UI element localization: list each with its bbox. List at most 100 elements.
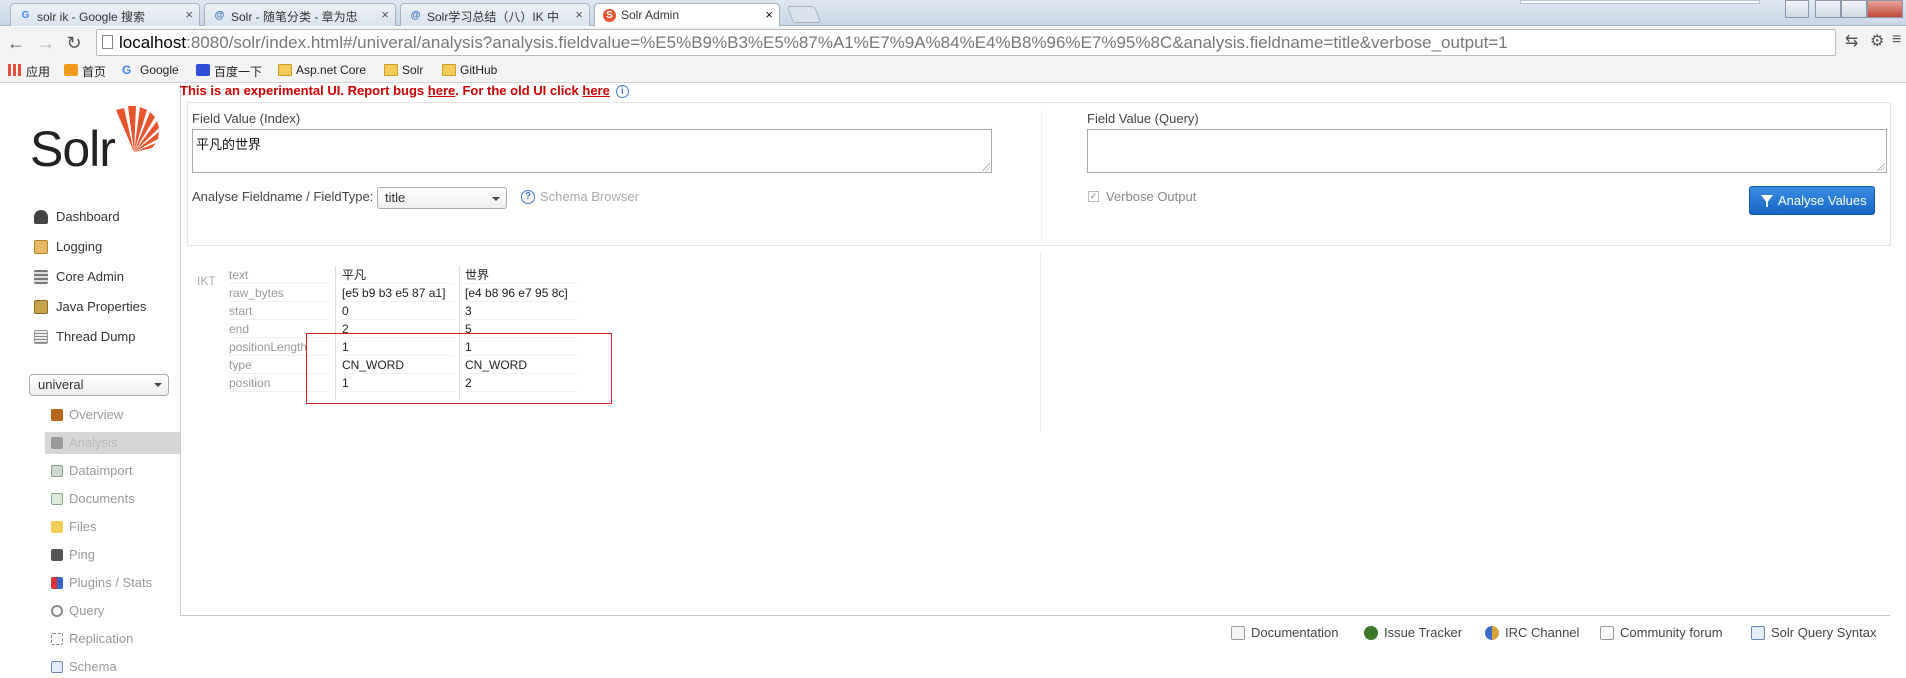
checkbox-check-icon[interactable]: ✓: [1088, 191, 1099, 202]
footer-label: Community forum: [1620, 625, 1723, 640]
report-bugs-link[interactable]: here: [428, 83, 455, 98]
token-2-raw-bytes: [e4 b8 96 e7 95 8c]: [465, 284, 577, 302]
schema-icon: [51, 661, 63, 673]
menu-icon[interactable]: ≡: [1892, 31, 1901, 49]
verbose-output-checkbox[interactable]: ✓ Verbose Output: [1088, 189, 1196, 204]
browser-tab-blog-category[interactable]: @ Solr - 随笔分类 - 章为忠 ×: [204, 3, 396, 26]
core-menu-query[interactable]: Query: [45, 600, 180, 622]
maximize-icon[interactable]: [1841, 0, 1867, 18]
close-tab-icon[interactable]: ×: [185, 7, 193, 22]
nav-label: Dashboard: [56, 209, 120, 224]
tab-label: Solr Admin: [621, 8, 680, 22]
bookmark-home[interactable]: 首页: [64, 63, 106, 80]
bookmark-label: Solr: [402, 63, 424, 77]
baidu-icon: [196, 64, 210, 76]
core-menu-overview[interactable]: Overview: [45, 404, 180, 426]
nav-logging[interactable]: Logging: [30, 237, 102, 257]
url-host: localhost: [119, 33, 187, 52]
core-menu-dataimport[interactable]: Dataimport: [45, 460, 180, 482]
solr-favicon-icon: S: [603, 9, 616, 22]
index-value-label: Field Value (Index): [192, 111, 301, 126]
core-menu-files[interactable]: Files: [45, 516, 180, 538]
token-1-start: 0: [342, 302, 454, 320]
core-menu-label: Analysis: [69, 435, 118, 450]
bookmark-label: GitHub: [460, 63, 498, 77]
window-title-field: [1520, 0, 1760, 4]
browser-tab-solr-admin[interactable]: S Solr Admin ×: [594, 3, 780, 27]
mail-envelope-icon: [1600, 626, 1614, 640]
nav-dashboard[interactable]: Dashboard: [30, 207, 120, 227]
folder-icon: [442, 64, 456, 76]
nav-core-admin[interactable]: Core Admin: [30, 267, 124, 287]
bookmark-google[interactable]: G Google: [122, 63, 179, 77]
core-menu-replication[interactable]: Replication: [45, 628, 180, 650]
footer-documentation[interactable]: Documentation: [1231, 625, 1338, 640]
folder-icon: [278, 64, 292, 76]
reload-icon[interactable]: ↻: [62, 31, 86, 55]
bookmark-apps[interactable]: 应用: [8, 63, 50, 80]
url-path: :8080/solr/index.html#/univeral/analysis…: [186, 33, 1508, 52]
forward-arrow-icon[interactable]: →: [34, 31, 58, 55]
schema-browser-link[interactable]: Schema Browser: [540, 189, 639, 204]
footer-issue-tracker[interactable]: Issue Tracker: [1364, 625, 1462, 640]
core-menu-analysis[interactable]: Analysis: [45, 432, 180, 454]
minimize-icon[interactable]: [1815, 0, 1841, 18]
close-tab-icon[interactable]: ×: [765, 7, 773, 22]
fieldname-label: Analyse Fieldname / FieldType:: [192, 189, 374, 204]
documents-icon: [51, 493, 63, 505]
bookmark-label: Google: [140, 63, 179, 77]
translate-icon[interactable]: ⇆: [1845, 31, 1858, 51]
core-menu-label: Dataimport: [69, 463, 133, 478]
old-ui-link[interactable]: here: [582, 83, 609, 98]
close-tab-icon[interactable]: ×: [575, 7, 583, 22]
solr-logo[interactable]: Solr: [30, 106, 160, 177]
logo-wordmark: Solr: [30, 121, 116, 177]
new-tab-button[interactable]: [786, 6, 822, 23]
nav-java-properties[interactable]: Java Properties: [30, 297, 146, 317]
core-menu-schema[interactable]: Schema: [45, 656, 180, 678]
user-profile-icon[interactable]: [1785, 0, 1809, 18]
nav-label: Logging: [56, 239, 103, 254]
browser-tab-blog-post[interactable]: @ Solr学习总结（八）IK 中 ×: [400, 3, 590, 26]
browser-tab-google[interactable]: G solr ik - Google 搜索 ×: [10, 3, 200, 26]
address-bar[interactable]: localhost:8080/solr/index.html#/univeral…: [96, 29, 1836, 56]
irc-users-icon: [1485, 626, 1499, 640]
extension-icon[interactable]: ⚙: [1870, 31, 1884, 51]
footer-label: Solr Query Syntax: [1771, 625, 1877, 640]
bookmark-aspnet[interactable]: Asp.net Core: [278, 63, 366, 77]
core-menu-label: Schema: [69, 659, 117, 674]
core-menu-ping[interactable]: Ping: [45, 544, 180, 566]
footer-community-forum[interactable]: Community forum: [1600, 625, 1723, 640]
close-tab-icon[interactable]: ×: [381, 7, 389, 22]
bookmark-label: 百度一下: [214, 65, 263, 79]
bookmark-baidu[interactable]: 百度一下: [196, 63, 262, 80]
core-selector-value: univeral: [38, 377, 84, 392]
nav-thread-dump[interactable]: Thread Dump: [30, 327, 135, 347]
documentation-icon: [1231, 626, 1245, 640]
google-favicon-icon: G: [21, 10, 30, 21]
info-icon[interactable]: i: [615, 85, 629, 98]
token-2-start: 3: [465, 302, 577, 320]
divider: [1040, 252, 1041, 432]
core-menu-documents[interactable]: Documents: [45, 488, 180, 510]
chevron-down-icon: [492, 197, 500, 205]
bookmark-label: 应用: [26, 65, 51, 79]
footer-solr-query-syntax[interactable]: Solr Query Syntax: [1751, 625, 1877, 640]
analyse-values-button[interactable]: Analyse Values: [1749, 186, 1875, 215]
attr-start: start: [229, 302, 329, 320]
index-value-textarea[interactable]: 平凡的世界: [192, 129, 992, 173]
core-menu-plugins-stats[interactable]: Plugins / Stats: [45, 572, 180, 594]
core-selector[interactable]: univeral: [29, 374, 169, 396]
replication-icon: [51, 633, 63, 645]
help-icon[interactable]: ?: [521, 190, 535, 204]
browser-toolbar: ← → ↻ localhost:8080/solr/index.html#/un…: [0, 27, 1906, 59]
fieldname-select[interactable]: title: [377, 187, 507, 209]
close-window-icon[interactable]: [1867, 0, 1903, 18]
query-value-textarea[interactable]: [1087, 129, 1887, 173]
bug-icon: [1364, 626, 1378, 640]
back-arrow-icon[interactable]: ←: [4, 31, 28, 55]
bookmark-solr[interactable]: Solr: [384, 63, 423, 77]
bookmark-github[interactable]: GitHub: [442, 63, 497, 77]
banner-text: This is an experimental UI. Report bugs: [180, 83, 428, 98]
footer-irc-channel[interactable]: IRC Channel: [1485, 625, 1579, 640]
